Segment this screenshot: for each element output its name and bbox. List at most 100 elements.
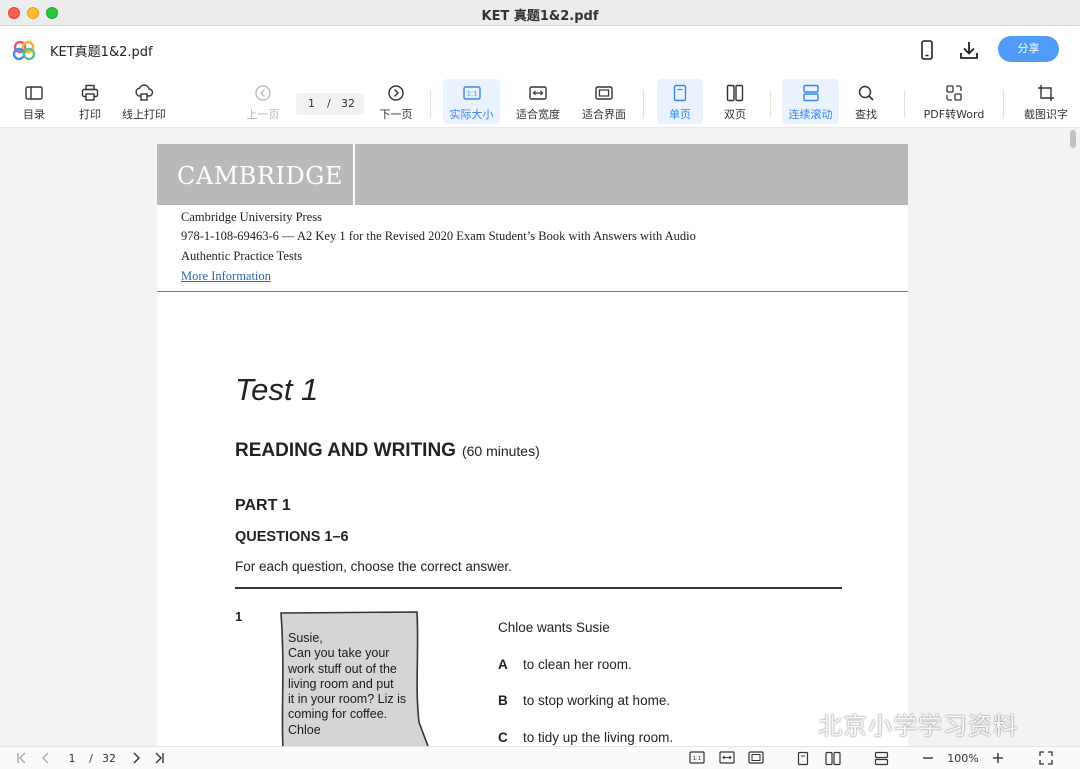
- fullscreen-icon: [1039, 751, 1053, 765]
- next-page-button[interactable]: 下一页: [376, 79, 416, 124]
- last-page-button[interactable]: [150, 750, 168, 767]
- fit-page-icon: [595, 86, 613, 100]
- test-title: Test 1: [235, 372, 319, 407]
- double-page-button[interactable]: 双页: [713, 79, 757, 124]
- status-bar: 1 / 32 1:1 100%: [0, 746, 1080, 769]
- section-heading: READING AND WRITING (60 minutes): [235, 440, 540, 462]
- option-a: Ato clean her room.: [498, 657, 632, 672]
- wechat-icon: [783, 715, 816, 739]
- zoom-in-button[interactable]: [988, 750, 1008, 767]
- status-fit-width-button[interactable]: [718, 750, 736, 767]
- section-title: READING AND WRITING: [235, 440, 456, 461]
- status-double-page-button[interactable]: [823, 750, 843, 767]
- fullscreen-button[interactable]: [1036, 750, 1056, 767]
- note-line: Susie,: [288, 631, 323, 645]
- vertical-scrollbar[interactable]: [1069, 128, 1077, 746]
- cloud-print-icon: [135, 84, 154, 101]
- note-line: work stuff out of the: [288, 661, 397, 676]
- prev-page-button[interactable]: 上一页: [243, 79, 283, 124]
- double-page-icon: [825, 751, 841, 766]
- actual-size-label: 实际大小: [449, 108, 494, 121]
- note-line: it in your room? Liz is: [288, 692, 407, 707]
- watermark-text: 北京小学学习资料: [818, 712, 1018, 740]
- crop-icon: [1038, 85, 1054, 101]
- first-page-button[interactable]: [14, 750, 30, 767]
- note-text: Susie, Can you take your work stuff out …: [288, 631, 428, 738]
- continuous-scroll-button[interactable]: 连续滚动: [782, 79, 839, 124]
- next-page-small-button[interactable]: [128, 750, 144, 767]
- part-heading: PART 1: [235, 497, 291, 514]
- questions-heading: QUESTIONS 1–6: [235, 529, 349, 545]
- more-information-link[interactable]: More Information: [181, 269, 271, 284]
- fit-width-label: 适合宽度: [516, 108, 560, 121]
- option-c: Cto tidy up the living room.: [498, 730, 673, 745]
- print-button[interactable]: 打印: [70, 79, 110, 124]
- fit-width-icon: [719, 751, 735, 764]
- current-page[interactable]: 1: [308, 97, 315, 110]
- chevron-right-circle-icon: [388, 85, 404, 101]
- option-b: Bto stop working at home.: [498, 693, 670, 708]
- continuous-scroll-label: 连续滚动: [788, 108, 833, 121]
- pdf-page: CAMBRIDGE Cambridge University Press 978…: [157, 144, 908, 746]
- toolbar: 目录 打印 线上打印 上一页 下一页 1:1 实际大小 适合宽度 适合界面 单页…: [0, 74, 1080, 128]
- search-icon: [858, 85, 874, 101]
- wechat-watermark: 北京小学学习资料: [782, 706, 1018, 741]
- sidebar-icon: [25, 86, 43, 100]
- convert-icon: [946, 85, 962, 101]
- online-print-button[interactable]: 线上打印: [118, 79, 170, 124]
- option-letter: A: [498, 657, 508, 672]
- toolbar-divider: [430, 90, 431, 118]
- actual-size-icon: 1:1: [689, 751, 705, 764]
- status-single-page-button[interactable]: [794, 750, 812, 767]
- actual-size-button[interactable]: 1:1 实际大小: [443, 79, 500, 124]
- double-page-label: 双页: [724, 108, 746, 121]
- ocr-label: 截图识字: [1024, 108, 1068, 121]
- question-stem: Chloe wants Susie: [498, 620, 610, 635]
- option-text: to stop working at home.: [523, 693, 671, 708]
- prev-page-small-button[interactable]: [38, 750, 54, 767]
- svg-text:1:1: 1:1: [466, 90, 476, 98]
- status-fit-page-button[interactable]: [747, 750, 765, 767]
- fit-page-button[interactable]: 适合界面: [579, 79, 629, 124]
- scrollbar-thumb[interactable]: [1070, 130, 1076, 148]
- isbn-line: 978-1-108-69463-6 — A2 Key 1 for the Rev…: [181, 229, 696, 243]
- section-time: (60 minutes): [461, 443, 540, 459]
- note-line: living room and put: [288, 676, 394, 691]
- plus-icon: [993, 753, 1003, 763]
- status-continuous-scroll-button[interactable]: [871, 750, 891, 767]
- section-divider: [235, 587, 842, 589]
- mobile-icon[interactable]: [916, 39, 938, 61]
- svg-text:1:1: 1:1: [693, 756, 702, 762]
- zoom-level[interactable]: 100%: [944, 750, 982, 767]
- pdf-to-word-button[interactable]: PDF转Word: [920, 79, 988, 124]
- prev-page-label: 上一页: [246, 108, 280, 121]
- note-line: Can you take your: [288, 646, 390, 661]
- zoom-out-button[interactable]: [918, 750, 938, 767]
- single-page-button[interactable]: 单页: [657, 79, 703, 124]
- find-label: 查找: [855, 108, 877, 121]
- question-number: 1: [235, 609, 243, 624]
- minus-icon: [923, 757, 933, 759]
- download-icon[interactable]: [958, 39, 980, 61]
- document-viewer[interactable]: CAMBRIDGE Cambridge University Press 978…: [0, 128, 1080, 746]
- cambridge-header-band: CAMBRIDGE: [157, 144, 908, 205]
- last-page-icon: [155, 752, 164, 764]
- printer-icon: [81, 84, 99, 101]
- single-page-icon: [673, 84, 687, 102]
- publisher-name: Cambridge University Press: [181, 210, 322, 224]
- share-button[interactable]: 分享: [998, 36, 1059, 62]
- status-current-page[interactable]: 1: [66, 750, 78, 767]
- cambridge-logo: CAMBRIDGE: [157, 144, 355, 205]
- find-button[interactable]: 查找: [846, 79, 886, 124]
- window-title: KET 真题1&2.pdf: [481, 9, 599, 24]
- app-logo-icon: [12, 40, 36, 61]
- ocr-button[interactable]: 截图识字: [1020, 79, 1072, 124]
- option-text: to clean her room.: [523, 657, 632, 672]
- fit-width-button[interactable]: 适合宽度: [513, 79, 563, 124]
- page-number-input[interactable]: 1 / 32: [296, 93, 364, 115]
- series-line: Authentic Practice Tests: [181, 249, 303, 263]
- status-actual-size-button[interactable]: 1:1: [688, 750, 706, 767]
- toc-button[interactable]: 目录: [14, 79, 54, 124]
- document-title: KET真题1&2.pdf: [50, 45, 153, 60]
- status-total-pages: 32: [102, 752, 116, 765]
